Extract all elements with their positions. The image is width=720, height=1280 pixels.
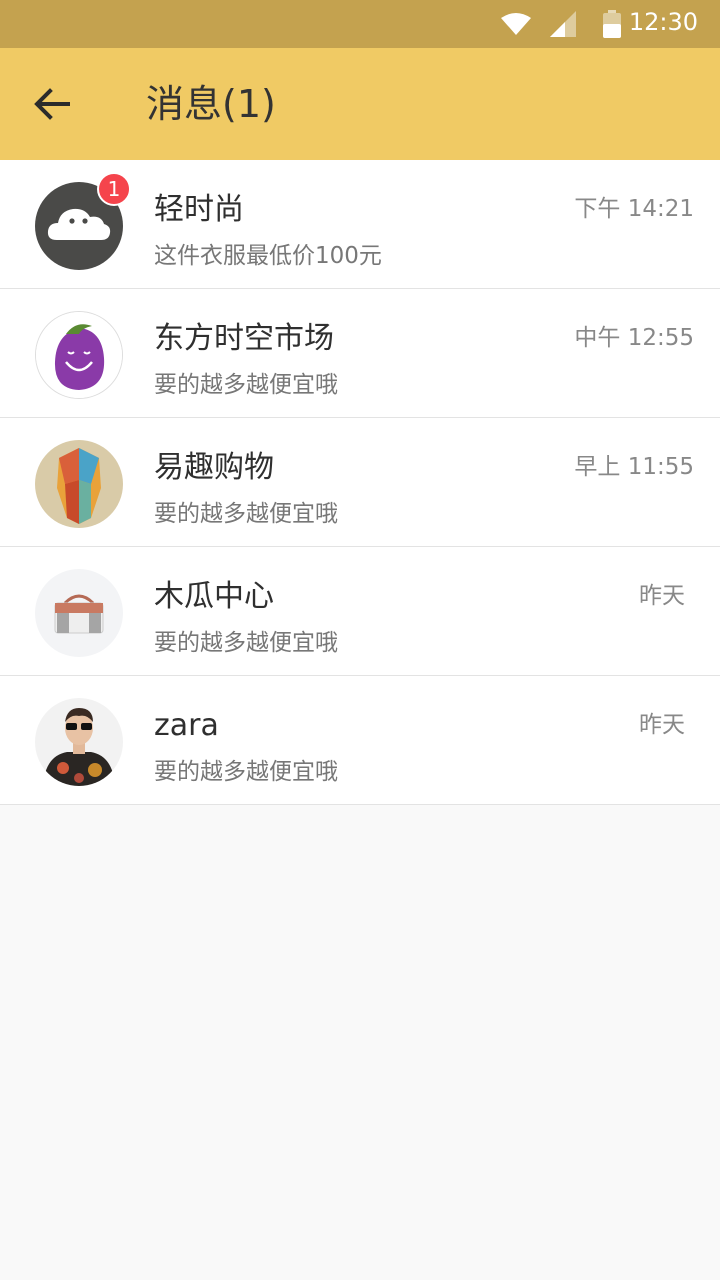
back-button[interactable] (20, 72, 84, 136)
model-avatar (35, 698, 123, 786)
cellular-signal-icon (550, 11, 576, 37)
page-title: 消息(1) (146, 82, 276, 126)
app-bar: 消息(1) (0, 48, 720, 160)
conversation-time: 早上 11:55 (574, 454, 694, 480)
conversation-time: 中午 12:55 (574, 325, 694, 351)
conversation-item[interactable]: 1 轻时尚 这件衣服最低价100元 下午 14:21 (0, 160, 720, 289)
conversation-name: 易趣购物 (154, 450, 274, 485)
conversation-list: 1 轻时尚 这件衣服最低价100元 下午 14:21 东方时空市场 要的越多越便… (0, 160, 720, 805)
conversation-preview: 要的越多越便宜哦 (154, 501, 338, 527)
conversation-name: zara (154, 708, 219, 743)
conversation-preview: 要的越多越便宜哦 (154, 759, 338, 785)
conversation-item[interactable]: 易趣购物 要的越多越便宜哦 早上 11:55 (0, 418, 720, 547)
wifi-icon (501, 13, 531, 35)
conversation-name: 木瓜中心 (154, 579, 274, 614)
conversation-preview: 要的越多越便宜哦 (154, 372, 338, 398)
conversation-preview: 要的越多越便宜哦 (154, 630, 338, 656)
conversation-item[interactable]: 东方时空市场 要的越多越便宜哦 中午 12:55 (0, 289, 720, 418)
status-clock: 12:30 (628, 8, 698, 36)
arrow-left-icon (34, 88, 70, 120)
conversation-item[interactable]: 木瓜中心 要的越多越便宜哦 昨天 (0, 547, 720, 676)
battery-icon (603, 10, 621, 38)
conversation-item[interactable]: zara 要的越多越便宜哦 昨天 (0, 676, 720, 805)
conversation-name: 轻时尚 (154, 192, 244, 227)
handbag-avatar (35, 569, 123, 657)
unread-badge: 1 (97, 172, 131, 206)
conversation-time: 昨天 (639, 712, 685, 738)
conversation-time: 昨天 (639, 583, 685, 609)
conversation-preview: 这件衣服最低价100元 (154, 243, 382, 269)
conversation-name: 东方时空市场 (154, 321, 334, 356)
eggplant-avatar (35, 311, 123, 399)
status-bar: 12:30 (0, 0, 720, 48)
conversation-time: 下午 14:21 (574, 196, 694, 222)
geometric-face-avatar (35, 440, 123, 528)
